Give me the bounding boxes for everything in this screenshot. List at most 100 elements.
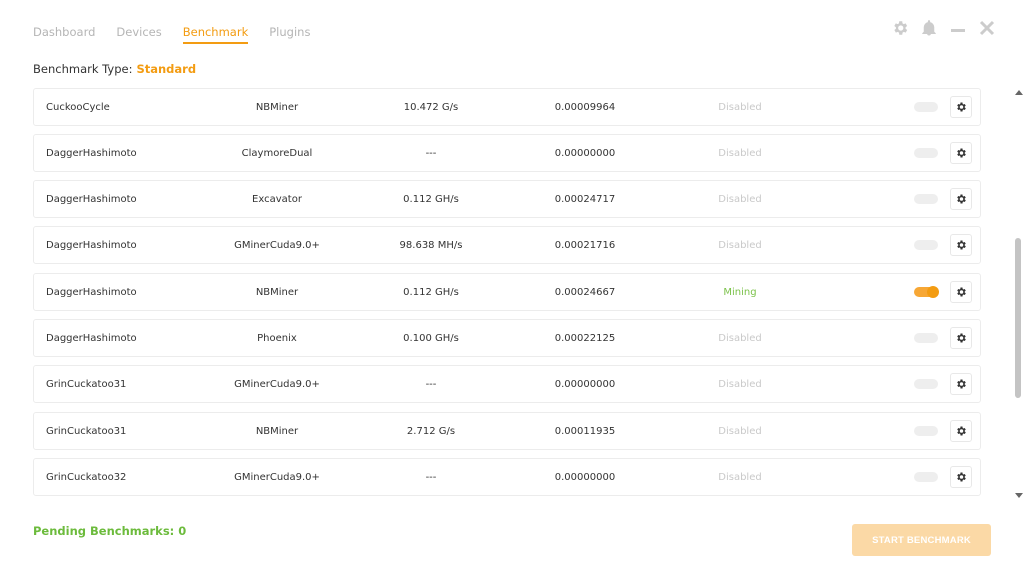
enable-toggle[interactable] xyxy=(914,286,939,298)
row-settings-button[interactable] xyxy=(950,281,972,303)
algorithm-cell: GrinCuckatoo31 xyxy=(46,378,127,390)
scroll-up-arrow-icon[interactable] xyxy=(1015,90,1023,95)
gear-icon xyxy=(957,194,966,204)
table-row: GrinCuckatoo31 NBMiner 2.712 G/s 0.00011… xyxy=(33,412,981,450)
miner-cell: ClaymoreDual xyxy=(241,147,313,159)
start-benchmark-button[interactable]: START BENCHMARK xyxy=(852,524,991,556)
table-row: DaggerHashimoto NBMiner 0.112 GH/s 0.000… xyxy=(33,273,981,311)
close-icon[interactable] xyxy=(977,18,997,38)
main-nav: Dashboard Devices Benchmark Plugins xyxy=(33,25,331,44)
status-cell: Disabled xyxy=(718,471,762,483)
speed-cell: 0.112 GH/s xyxy=(403,286,459,298)
status-cell: Disabled xyxy=(718,378,762,390)
profit-cell: 0.00021716 xyxy=(554,239,616,251)
status-cell: Disabled xyxy=(718,147,762,159)
settings-gear-icon[interactable] xyxy=(890,18,910,38)
minimize-icon[interactable] xyxy=(948,18,968,38)
gear-icon xyxy=(957,240,966,250)
gear-icon xyxy=(957,287,966,297)
scroll-down-arrow-icon[interactable] xyxy=(1015,493,1023,498)
enable-toggle[interactable] xyxy=(914,194,938,204)
pending-benchmarks: Pending Benchmarks: 0 xyxy=(33,524,187,538)
miner-cell: NBMiner xyxy=(255,101,299,113)
profit-cell: 0.00011935 xyxy=(554,425,616,437)
row-settings-button[interactable] xyxy=(950,373,972,395)
row-settings-button[interactable] xyxy=(950,188,972,210)
profit-cell: 0.00000000 xyxy=(554,471,616,483)
tab-devices[interactable]: Devices xyxy=(116,25,161,44)
algorithm-cell: DaggerHashimoto xyxy=(46,332,137,344)
benchmark-type-label: Benchmark Type: xyxy=(33,62,133,76)
speed-cell: --- xyxy=(425,147,437,159)
table-row: DaggerHashimoto Excavator 0.112 GH/s 0.0… xyxy=(33,180,981,218)
profit-cell: 0.00000000 xyxy=(554,147,616,159)
row-settings-button[interactable] xyxy=(950,466,972,488)
status-cell: Disabled xyxy=(718,425,762,437)
scrollbar-thumb[interactable] xyxy=(1015,238,1021,398)
miner-cell: Excavator xyxy=(252,193,302,205)
algorithm-cell: DaggerHashimoto xyxy=(46,286,137,298)
enable-toggle[interactable] xyxy=(914,102,938,112)
window-controls xyxy=(890,18,1006,38)
profit-cell: 0.00024717 xyxy=(554,193,616,205)
miner-cell: GMinerCuda9.0+ xyxy=(234,471,320,483)
algorithm-cell: DaggerHashimoto xyxy=(46,239,137,251)
benchmark-list: CuckooCycle NBMiner 10.472 G/s 0.0000996… xyxy=(0,88,1012,500)
miner-cell: GMinerCuda9.0+ xyxy=(234,378,320,390)
enable-toggle[interactable] xyxy=(914,333,938,343)
algorithm-cell: CuckooCycle xyxy=(46,101,110,113)
gear-icon xyxy=(957,472,966,482)
tab-dashboard[interactable]: Dashboard xyxy=(33,25,95,44)
vertical-scrollbar[interactable] xyxy=(1013,88,1024,500)
speed-cell: 0.112 GH/s xyxy=(403,193,459,205)
profit-cell: 0.00022125 xyxy=(554,332,616,344)
status-cell: Disabled xyxy=(718,101,762,113)
row-settings-button[interactable] xyxy=(950,96,972,118)
tab-benchmark[interactable]: Benchmark xyxy=(182,25,249,44)
gear-icon xyxy=(957,426,966,436)
speed-cell: 10.472 G/s xyxy=(403,101,459,113)
notification-bell-icon[interactable] xyxy=(919,18,939,38)
row-settings-button[interactable] xyxy=(950,420,972,442)
gear-icon xyxy=(957,148,966,158)
tab-plugins[interactable]: Plugins xyxy=(269,25,310,44)
algorithm-cell: GrinCuckatoo32 xyxy=(46,471,127,483)
gear-icon xyxy=(957,379,966,389)
row-settings-button[interactable] xyxy=(950,142,972,164)
table-row: GrinCuckatoo32 GMinerCuda9.0+ --- 0.0000… xyxy=(33,458,981,496)
algorithm-cell: DaggerHashimoto xyxy=(46,193,137,205)
enable-toggle[interactable] xyxy=(914,148,938,158)
row-settings-button[interactable] xyxy=(950,327,972,349)
speed-cell: --- xyxy=(425,471,437,483)
speed-cell: 0.100 GH/s xyxy=(403,332,459,344)
algorithm-cell: GrinCuckatoo31 xyxy=(46,425,127,437)
speed-cell: --- xyxy=(425,378,437,390)
enable-toggle[interactable] xyxy=(914,426,938,436)
miner-cell: Phoenix xyxy=(257,332,297,344)
table-row: GrinCuckatoo31 GMinerCuda9.0+ --- 0.0000… xyxy=(33,365,981,403)
miner-cell: GMinerCuda9.0+ xyxy=(234,239,320,251)
algorithm-cell: DaggerHashimoto xyxy=(46,147,137,159)
benchmark-type-value[interactable]: Standard xyxy=(136,62,196,76)
row-settings-button[interactable] xyxy=(950,234,972,256)
benchmark-type: Benchmark Type: Standard xyxy=(33,62,196,76)
miner-cell: NBMiner xyxy=(255,425,299,437)
gear-icon xyxy=(957,102,966,112)
table-row: CuckooCycle NBMiner 10.472 G/s 0.0000996… xyxy=(33,88,981,126)
status-cell: Disabled xyxy=(718,193,762,205)
profit-cell: 0.00000000 xyxy=(554,378,616,390)
status-cell: Disabled xyxy=(718,332,762,344)
table-row: DaggerHashimoto GMinerCuda9.0+ 98.638 MH… xyxy=(33,226,981,264)
miner-cell: NBMiner xyxy=(255,286,299,298)
speed-cell: 98.638 MH/s xyxy=(399,239,463,251)
table-row: DaggerHashimoto Phoenix 0.100 GH/s 0.000… xyxy=(33,319,981,357)
enable-toggle[interactable] xyxy=(914,240,938,250)
enable-toggle[interactable] xyxy=(914,379,938,389)
profit-cell: 0.00009964 xyxy=(554,101,616,113)
gear-icon xyxy=(957,333,966,343)
speed-cell: 2.712 G/s xyxy=(406,425,456,437)
enable-toggle[interactable] xyxy=(914,472,938,482)
status-cell: Mining xyxy=(723,286,757,298)
table-row: DaggerHashimoto ClaymoreDual --- 0.00000… xyxy=(33,134,981,172)
profit-cell: 0.00024667 xyxy=(554,286,616,298)
